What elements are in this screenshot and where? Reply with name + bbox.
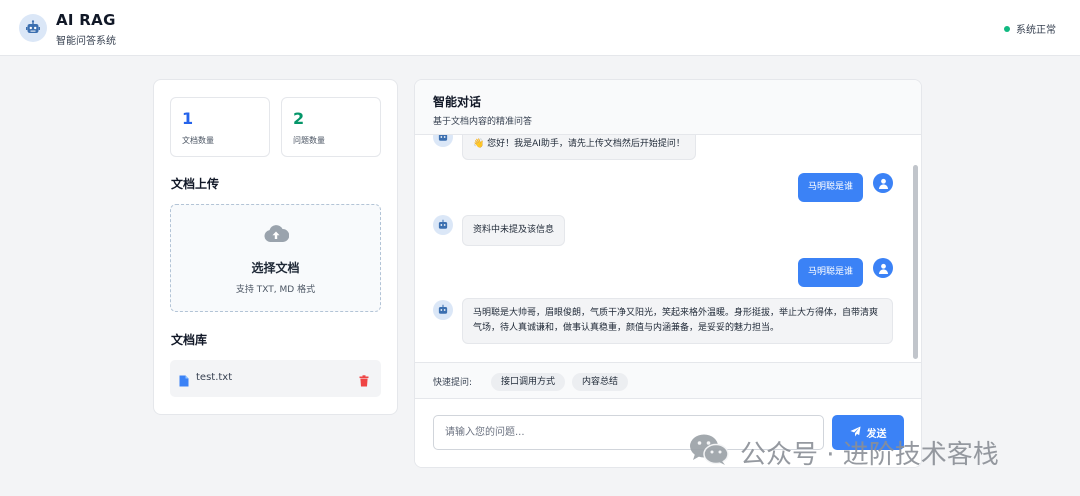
trash-icon[interactable] [359,372,369,391]
bot-message: 资料中未提及该信息 [462,215,566,246]
upload-dropzone[interactable]: 选择文档 支持 TXT, MD 格式 [170,204,381,312]
chat-subtitle: 基于文档内容的精准问答 [433,117,533,127]
bot-avatar-icon [433,300,453,320]
wechat-logo-icon [688,432,730,473]
bot-avatar-icon [433,215,453,235]
user-message: 马明聪是谁 [797,258,863,287]
user-avatar-icon [873,258,893,278]
bot-message: 👋 您好！我是AI助手，请先上传文档然后开始提问！ [462,135,696,160]
sidebar-panel: 1 文档数量 2 问题数量 文档上传 选择文档 支持 TXT, MD 格式 文档… [153,79,398,415]
upload-hint: 支持 TXT, MD 格式 [235,285,316,295]
bot-message: 马明聪是大帅哥，眉眼俊朗，气质干净又阳光，笑起来格外温暖。身形挺拔，举止大方得体… [462,298,893,344]
app-title: AI RAG [56,11,116,29]
robot-logo-icon [19,14,47,42]
user-message: 马明聪是谁 [797,173,863,202]
upload-section-title: 文档上传 [171,177,220,191]
bot-avatar-icon [433,135,453,147]
stat-label: 问题数量 [293,136,325,145]
status-text: 系统正常 [1016,25,1056,36]
chat-title: 智能对话 [433,95,482,109]
app-subtitle: 智能问答系统 [56,36,116,47]
quick-question-chip[interactable]: 接口调用方式 [491,373,566,391]
stat-card-documents: 1 文档数量 [170,97,270,157]
quick-question-chip[interactable]: 内容总结 [572,373,629,391]
chat-panel: 智能对话 基于文档内容的精准问答 👋 您好！我是AI助手，请先上传文档然后开始提… [414,79,922,468]
stat-value: 2 [293,109,305,128]
app-header: AI RAG 智能问答系统 系统正常 [0,0,1080,56]
system-status: 系统正常 [1004,21,1056,36]
document-name: test.txt [196,372,233,383]
chat-header: 智能对话 基于文档内容的精准问答 [415,80,921,135]
upload-title: 选择文档 [251,261,300,275]
stat-label: 文档数量 [182,136,214,145]
watermark: 公众号 · 进阶技术客栈 [688,432,999,473]
document-item[interactable]: test.txt [170,360,381,397]
watermark-text: 公众号 · 进阶技术客栈 [740,440,999,470]
quick-label: 快速提问: [433,378,473,388]
message-list[interactable]: 👋 您好！我是AI助手，请先上传文档然后开始提问！ 马明聪是谁 资料中未提及该信… [415,135,921,362]
user-avatar-icon [873,173,893,193]
stat-card-questions: 2 问题数量 [281,97,381,157]
status-dot-icon [1004,25,1010,32]
chat-scrollbar[interactable] [913,165,918,359]
quick-questions-bar: 快速提问: 接口调用方式 内容总结 [415,362,921,399]
stat-value: 1 [182,109,194,128]
library-section-title: 文档库 [171,333,208,347]
cloud-upload-icon [263,224,290,248]
file-icon [179,372,189,391]
